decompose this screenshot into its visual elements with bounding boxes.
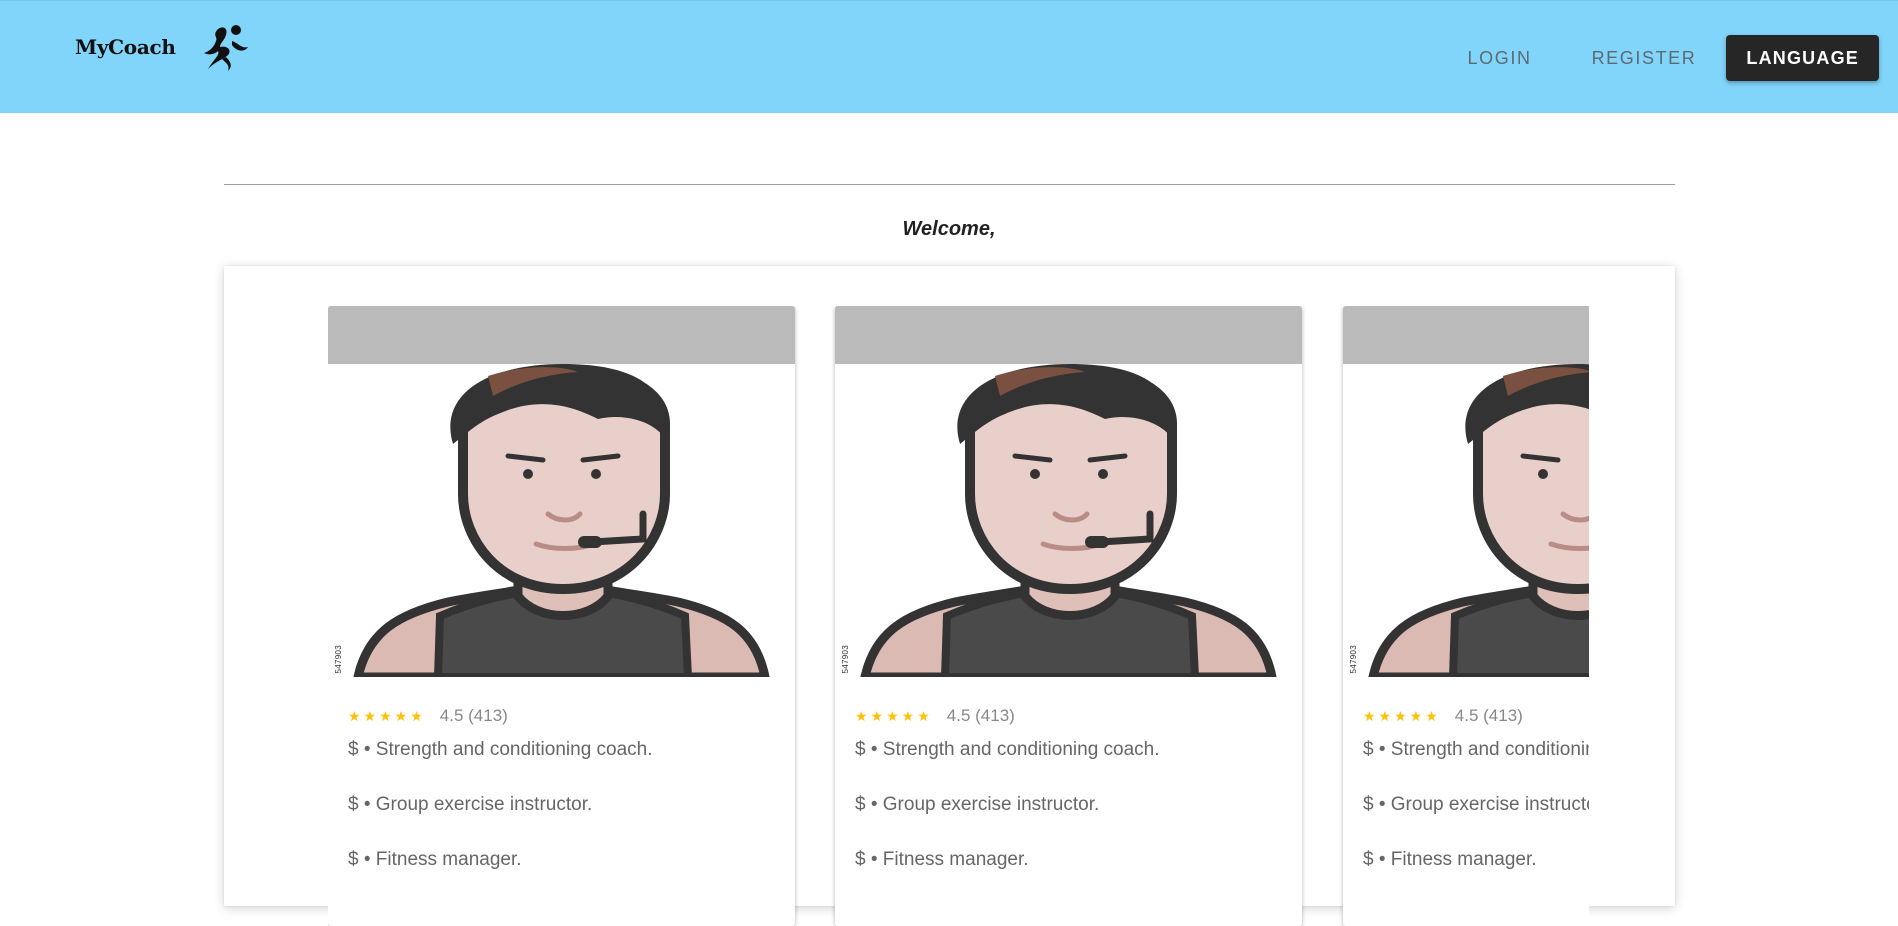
coach-avatar: 547903: [328, 364, 795, 677]
specialty-item: $ • Strength and conditioning coach.: [1363, 739, 1589, 760]
card-header: [835, 306, 1302, 364]
coach-card[interactable]: 547903 ★★★★★ 4.5 (413) $ • Strength and …: [835, 306, 1302, 926]
rating: ★★★★★ 4.5 (413): [1363, 705, 1589, 727]
stock-id: 547903: [841, 644, 850, 674]
register-link[interactable]: REGISTER: [1562, 35, 1727, 81]
coach-carousel[interactable]: 547903 ★★★★★ 4.5 (413) $ • Strength and …: [328, 306, 1589, 926]
nav-bar: LOGIN REGISTER LANGUAGE: [1438, 35, 1879, 81]
stock-id: 547903: [1349, 644, 1358, 674]
coach-carousel-panel: 547903 ★★★★★ 4.5 (413) $ • Strength and …: [224, 266, 1675, 926]
coach-avatar: 547903: [1343, 364, 1589, 677]
logo[interactable]: MyCoach: [75, 19, 254, 74]
running-person-icon: [203, 24, 248, 71]
specialty-item: $ • Fitness manager.: [348, 849, 522, 870]
specialty-item: $ • Strength and conditioning coach.: [855, 739, 1160, 760]
star-rating-icon: ★★★★★: [855, 707, 933, 724]
login-link[interactable]: LOGIN: [1438, 35, 1562, 81]
specialty-item: $ • Group exercise instructor.: [1363, 794, 1589, 815]
top-app-bar: MyCoach LOGIN REGISTER LANGUAGE: [0, 0, 1898, 113]
stock-id: 547903: [334, 644, 343, 674]
star-rating-icon: ★★★★★: [1363, 707, 1441, 724]
specialty-item: $ • Strength and conditioning coach.: [348, 739, 653, 760]
welcome-heading: Welcome,: [902, 218, 996, 240]
specialty-item: $ • Fitness manager.: [1363, 849, 1537, 870]
specialty-item: $ • Group exercise instructor.: [855, 794, 1100, 815]
star-rating-icon: ★★★★★: [348, 707, 426, 724]
divider: [224, 184, 1675, 185]
rating-text: 4.5 (413): [439, 706, 508, 725]
coach-card[interactable]: 547903 ★★★★★ 4.5 (413) $ • Strength and …: [1343, 306, 1589, 926]
logo-text: MyCoach: [75, 34, 176, 59]
rating: ★★★★★ 4.5 (413): [348, 705, 775, 727]
rating: ★★★★★ 4.5 (413): [855, 705, 1282, 727]
specialty-item: $ • Group exercise instructor.: [348, 794, 593, 815]
coach-avatar: 547903: [835, 364, 1302, 677]
specialty-item: $ • Fitness manager.: [855, 849, 1029, 870]
card-header: [328, 306, 795, 364]
card-header: [1343, 306, 1589, 364]
rating-text: 4.5 (413): [1454, 706, 1523, 725]
coach-card[interactable]: 547903 ★★★★★ 4.5 (413) $ • Strength and …: [328, 306, 795, 926]
rating-text: 4.5 (413): [946, 706, 1015, 725]
language-button[interactable]: LANGUAGE: [1726, 35, 1879, 81]
